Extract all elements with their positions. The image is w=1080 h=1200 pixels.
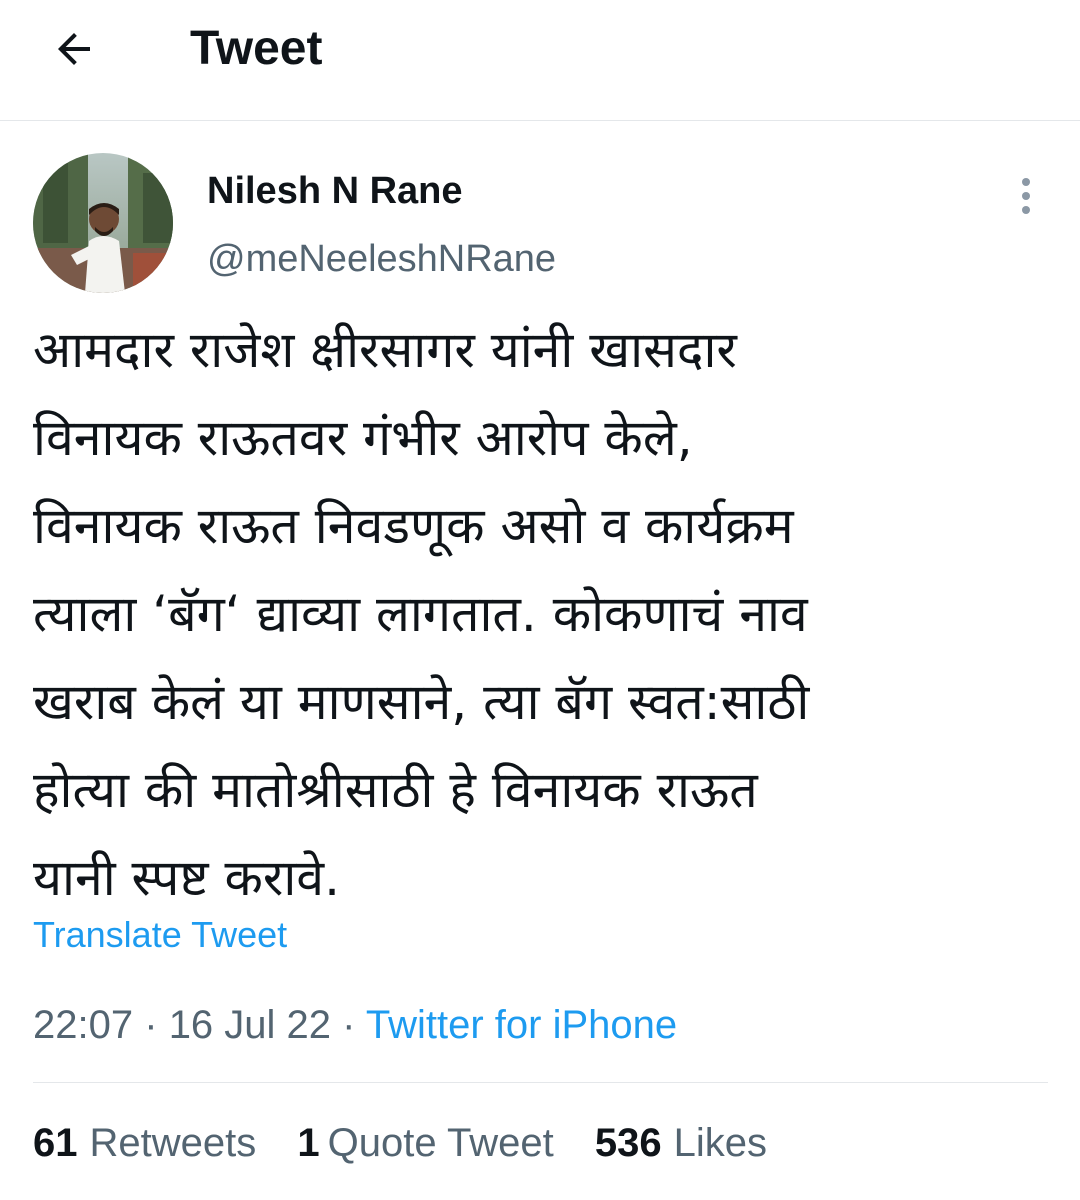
quote-tweets-label: Quote Tweet <box>327 1121 554 1165</box>
retweets-stat[interactable]: 61 Retweets <box>33 1117 256 1169</box>
tweet-meta: 22:07 · 16 Jul 22 · Twitter for iPhone <box>33 999 677 1051</box>
tweet-stats: 61 Retweets 1 Quote Tweet 536 Likes <box>33 1117 797 1169</box>
retweets-count: 61 <box>33 1121 78 1165</box>
likes-count: 536 <box>594 1121 662 1165</box>
more-options-button[interactable] <box>1008 172 1044 220</box>
quote-tweets-stat[interactable]: 1 Quote Tweet <box>297 1117 553 1169</box>
author-name[interactable]: Nilesh N Rane <box>207 168 463 214</box>
header-divider <box>0 120 1080 121</box>
tweet-time: 22:07 <box>33 1003 134 1047</box>
avatar-photo <box>33 153 173 293</box>
arrow-left-icon <box>58 33 90 65</box>
page-title: Tweet <box>190 22 323 75</box>
meta-divider <box>33 1082 1048 1083</box>
tweet-date: 16 Jul 22 <box>168 1003 332 1047</box>
translate-tweet-link[interactable]: Translate Tweet <box>33 912 287 958</box>
quote-tweets-count: 1 <box>297 1121 320 1165</box>
author-handle[interactable]: @meNeeleshNRane <box>207 236 556 282</box>
meta-separator: · <box>144 1003 158 1047</box>
more-vertical-icon <box>1022 178 1030 214</box>
header-bar: Tweet <box>0 0 1080 120</box>
avatar[interactable] <box>33 153 173 293</box>
tweet-detail-screen: Tweet Nilesh N Rane @meNeeleshNRane आमदा… <box>0 0 1080 1200</box>
back-button[interactable] <box>44 22 104 76</box>
retweets-label: Retweets <box>89 1121 257 1165</box>
likes-label: Likes <box>673 1121 767 1165</box>
tweet-text: आमदार राजेश क्षीरसागर यांनी खासदार विनाय… <box>33 321 810 907</box>
tweet-source-link[interactable]: Twitter for iPhone <box>366 1003 677 1047</box>
likes-stat[interactable]: 536 Likes <box>595 1117 767 1169</box>
meta-separator: · <box>342 1003 356 1047</box>
